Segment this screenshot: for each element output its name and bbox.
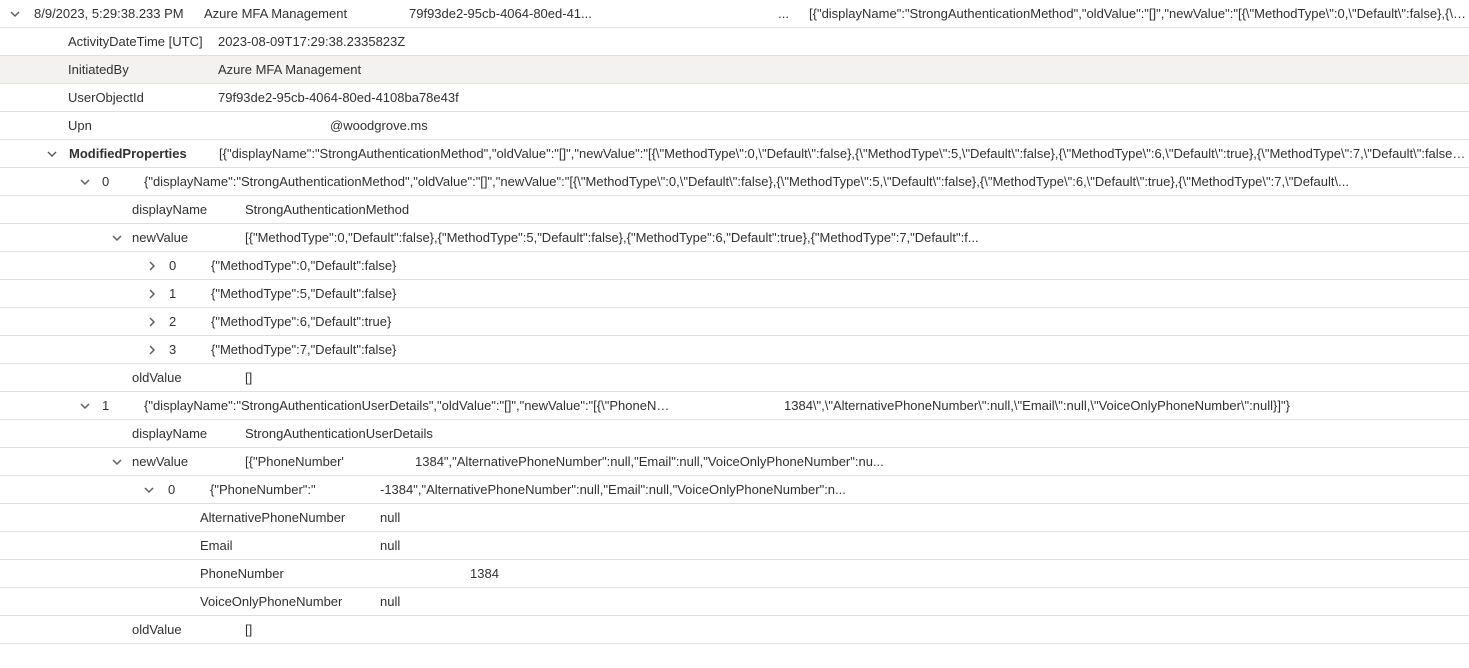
mp0-nv-text-0: {"MethodType":0,"Default":false}: [211, 258, 396, 273]
initiatedby-value: Azure MFA Management: [218, 62, 361, 77]
summary-raw: [{"displayName":"StrongAuthenticationMet…: [809, 6, 1469, 21]
chevron-right-icon[interactable]: [145, 259, 159, 273]
upn-value: @woodgrove.ms: [330, 118, 428, 133]
mp0-nv-text-1: {"MethodType":5,"Default":false}: [211, 286, 396, 301]
mp1-newvalue-summary-left: [{"PhoneNumber': [245, 454, 415, 469]
mp1-oldvalue-row: oldValue []: [0, 616, 1469, 644]
detail-userobjectid-row: UserObjectId 79f93de2-95cb-4064-80ed-410…: [0, 84, 1469, 112]
email-value: null: [380, 538, 400, 553]
mp1-nv0-altphone-row: AlternativePhoneNumber null: [0, 504, 1469, 532]
mp0-oldvalue-row: oldValue []: [0, 364, 1469, 392]
mp1-nv0-voice-row: VoiceOnlyPhoneNumber null: [0, 588, 1469, 616]
summary-actor: Azure MFA Management: [204, 6, 409, 21]
mp0-newvalue-summary: [{"MethodType":0,"Default":false},{"Meth…: [245, 230, 1469, 245]
log-summary-row[interactable]: 8/9/2023, 5:29:38.233 PM Azure MFA Manag…: [0, 0, 1469, 28]
mp0-nv-item-0[interactable]: 0 {"MethodType":0,"Default":false}: [0, 252, 1469, 280]
chevron-down-icon[interactable]: [78, 399, 92, 413]
modifiedproperties-value: [{"displayName":"StrongAuthenticationMet…: [219, 146, 1469, 161]
mp1-nv-idx-0: 0: [168, 482, 210, 497]
voice-label: VoiceOnlyPhoneNumber: [200, 594, 380, 609]
mp0-displayname-row: displayName StrongAuthenticationMethod: [0, 196, 1469, 224]
chevron-down-icon[interactable]: [8, 7, 22, 21]
email-label: Email: [200, 538, 380, 553]
mp1-nv0-email-row: Email null: [0, 532, 1469, 560]
mp0-nv-idx-3: 3: [169, 342, 211, 357]
chevron-down-icon[interactable]: [142, 483, 156, 497]
phone-label: PhoneNumber: [200, 566, 470, 581]
mp0-oldvalue-label: oldValue: [132, 370, 245, 385]
mp0-nv-idx-2: 2: [169, 314, 211, 329]
mp0-nv-idx-0: 0: [169, 258, 211, 273]
mp1-newvalue-row[interactable]: newValue [{"PhoneNumber' 1384","Alternat…: [0, 448, 1469, 476]
initiatedby-label: InitiatedBy: [68, 62, 218, 77]
chevron-right-icon[interactable]: [145, 315, 159, 329]
mp1-newvalue-label: newValue: [132, 454, 245, 469]
chevron-right-icon[interactable]: [145, 343, 159, 357]
mp0-newvalue-row[interactable]: newValue [{"MethodType":0,"Default":fals…: [0, 224, 1469, 252]
detail-upn-row: Upn @woodgrove.ms: [0, 112, 1469, 140]
mp1-summary-left: {"displayName":"StrongAuthenticationUser…: [144, 398, 674, 413]
mp0-nv-text-2: {"MethodType":6,"Default":true}: [211, 314, 391, 329]
mp0-index: 0: [102, 174, 144, 189]
mp1-oldvalue-label: oldValue: [132, 622, 245, 637]
mp1-newvalue-summary-right: 1384","AlternativePhoneNumber":null,"Ema…: [415, 454, 884, 469]
mp0-displayname-value: StrongAuthenticationMethod: [245, 202, 409, 217]
mp0-row[interactable]: 0 {"displayName":"StrongAuthenticationMe…: [0, 168, 1469, 196]
chevron-down-icon[interactable]: [78, 175, 92, 189]
mp1-oldvalue-value: []: [245, 622, 252, 637]
detail-activitydatetime-row: ActivityDateTime [UTC] 2023-08-09T17:29:…: [0, 28, 1469, 56]
modifiedproperties-row[interactable]: ModifiedProperties [{"displayName":"Stro…: [0, 140, 1469, 168]
mp0-nv-idx-1: 1: [169, 286, 211, 301]
mp0-oldvalue-value: []: [245, 370, 252, 385]
userobjectid-label: UserObjectId: [68, 90, 218, 105]
upn-label: Upn: [68, 118, 330, 133]
detail-initiatedby-row: InitiatedBy Azure MFA Management: [0, 56, 1469, 84]
mp1-displayname-label: displayName: [132, 426, 245, 441]
mp0-nv-item-1[interactable]: 1 {"MethodType":5,"Default":false}: [0, 280, 1469, 308]
chevron-down-icon[interactable]: [110, 455, 124, 469]
phone-value: 1384: [470, 566, 499, 581]
mp0-newvalue-label: newValue: [132, 230, 245, 245]
altphone-value: null: [380, 510, 400, 525]
activitydatetime-label: ActivityDateTime [UTC]: [68, 34, 218, 49]
voice-value: null: [380, 594, 400, 609]
summary-timestamp: 8/9/2023, 5:29:38.233 PM: [34, 6, 204, 21]
mp1-row[interactable]: 1 {"displayName":"StrongAuthenticationUs…: [0, 392, 1469, 420]
mp0-nv-item-3[interactable]: 3 {"MethodType":7,"Default":false}: [0, 336, 1469, 364]
summary-objectid: 79f93de2-95cb-4064-80ed-41...: [409, 6, 759, 21]
chevron-down-icon[interactable]: [45, 147, 59, 161]
chevron-right-icon[interactable]: [145, 287, 159, 301]
mp0-nv-text-3: {"MethodType":7,"Default":false}: [211, 342, 396, 357]
mp1-nv-item-0[interactable]: 0 {"PhoneNumber":" -1384","AlternativePh…: [0, 476, 1469, 504]
mp1-displayname-value: StrongAuthenticationUserDetails: [245, 426, 433, 441]
mp0-nv-item-2[interactable]: 2 {"MethodType":6,"Default":true}: [0, 308, 1469, 336]
mp1-displayname-row: displayName StrongAuthenticationUserDeta…: [0, 420, 1469, 448]
mp1-nv0-summary-left: {"PhoneNumber":": [210, 482, 380, 497]
mp0-displayname-label: displayName: [132, 202, 245, 217]
mp0-summary: {"displayName":"StrongAuthenticationMeth…: [144, 174, 1469, 189]
summary-ellipsis: ...: [759, 6, 789, 21]
mp1-nv0-summary-right: -1384","AlternativePhoneNumber":null,"Em…: [380, 482, 846, 497]
chevron-down-icon[interactable]: [110, 231, 124, 245]
activitydatetime-value: 2023-08-09T17:29:38.2335823Z: [218, 34, 405, 49]
altphone-label: AlternativePhoneNumber: [200, 510, 380, 525]
userobjectid-value: 79f93de2-95cb-4064-80ed-4108ba78e43f: [218, 90, 459, 105]
mp1-nv0-phone-row: PhoneNumber 1384: [0, 560, 1469, 588]
modifiedproperties-label: ModifiedProperties: [69, 146, 219, 161]
mp1-index: 1: [102, 398, 144, 413]
mp1-summary-right: 1384\",\"AlternativePhoneNumber\":null,\…: [784, 398, 1469, 413]
